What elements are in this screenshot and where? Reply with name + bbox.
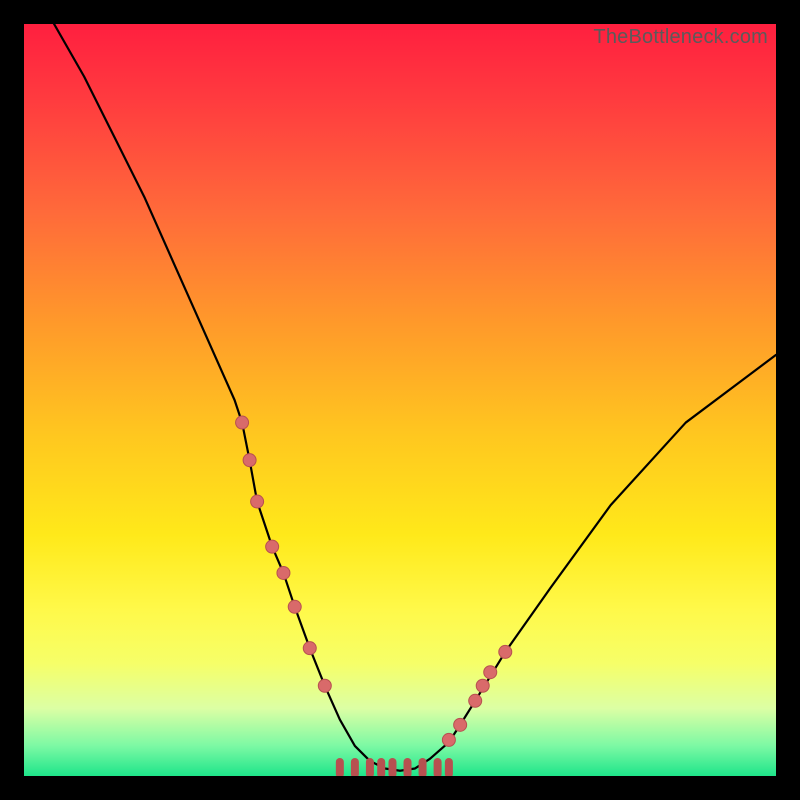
- bottleneck-curve: [54, 24, 776, 771]
- marker-left-5: [288, 600, 301, 613]
- marker-layer: [236, 416, 512, 746]
- plot-area: TheBottleneck.com: [24, 24, 776, 776]
- marker-left-1: [243, 454, 256, 467]
- marker-right-5: [499, 645, 512, 658]
- marker-left-2: [251, 495, 264, 508]
- chart-frame: TheBottleneck.com: [0, 0, 800, 800]
- marker-right-1: [454, 718, 467, 731]
- marker-right-3: [476, 679, 489, 692]
- marker-left-7: [318, 679, 331, 692]
- chart-svg: [24, 24, 776, 776]
- marker-left-3: [266, 540, 279, 553]
- marker-left-0: [236, 416, 249, 429]
- curve-layer: [54, 24, 776, 771]
- marker-right-2: [469, 694, 482, 707]
- bottom-tick-layer: [340, 762, 449, 774]
- marker-left-4: [277, 566, 290, 579]
- marker-right-0: [442, 733, 455, 746]
- attribution-watermark: TheBottleneck.com: [593, 26, 768, 49]
- marker-right-4: [484, 666, 497, 679]
- marker-left-6: [303, 642, 316, 655]
